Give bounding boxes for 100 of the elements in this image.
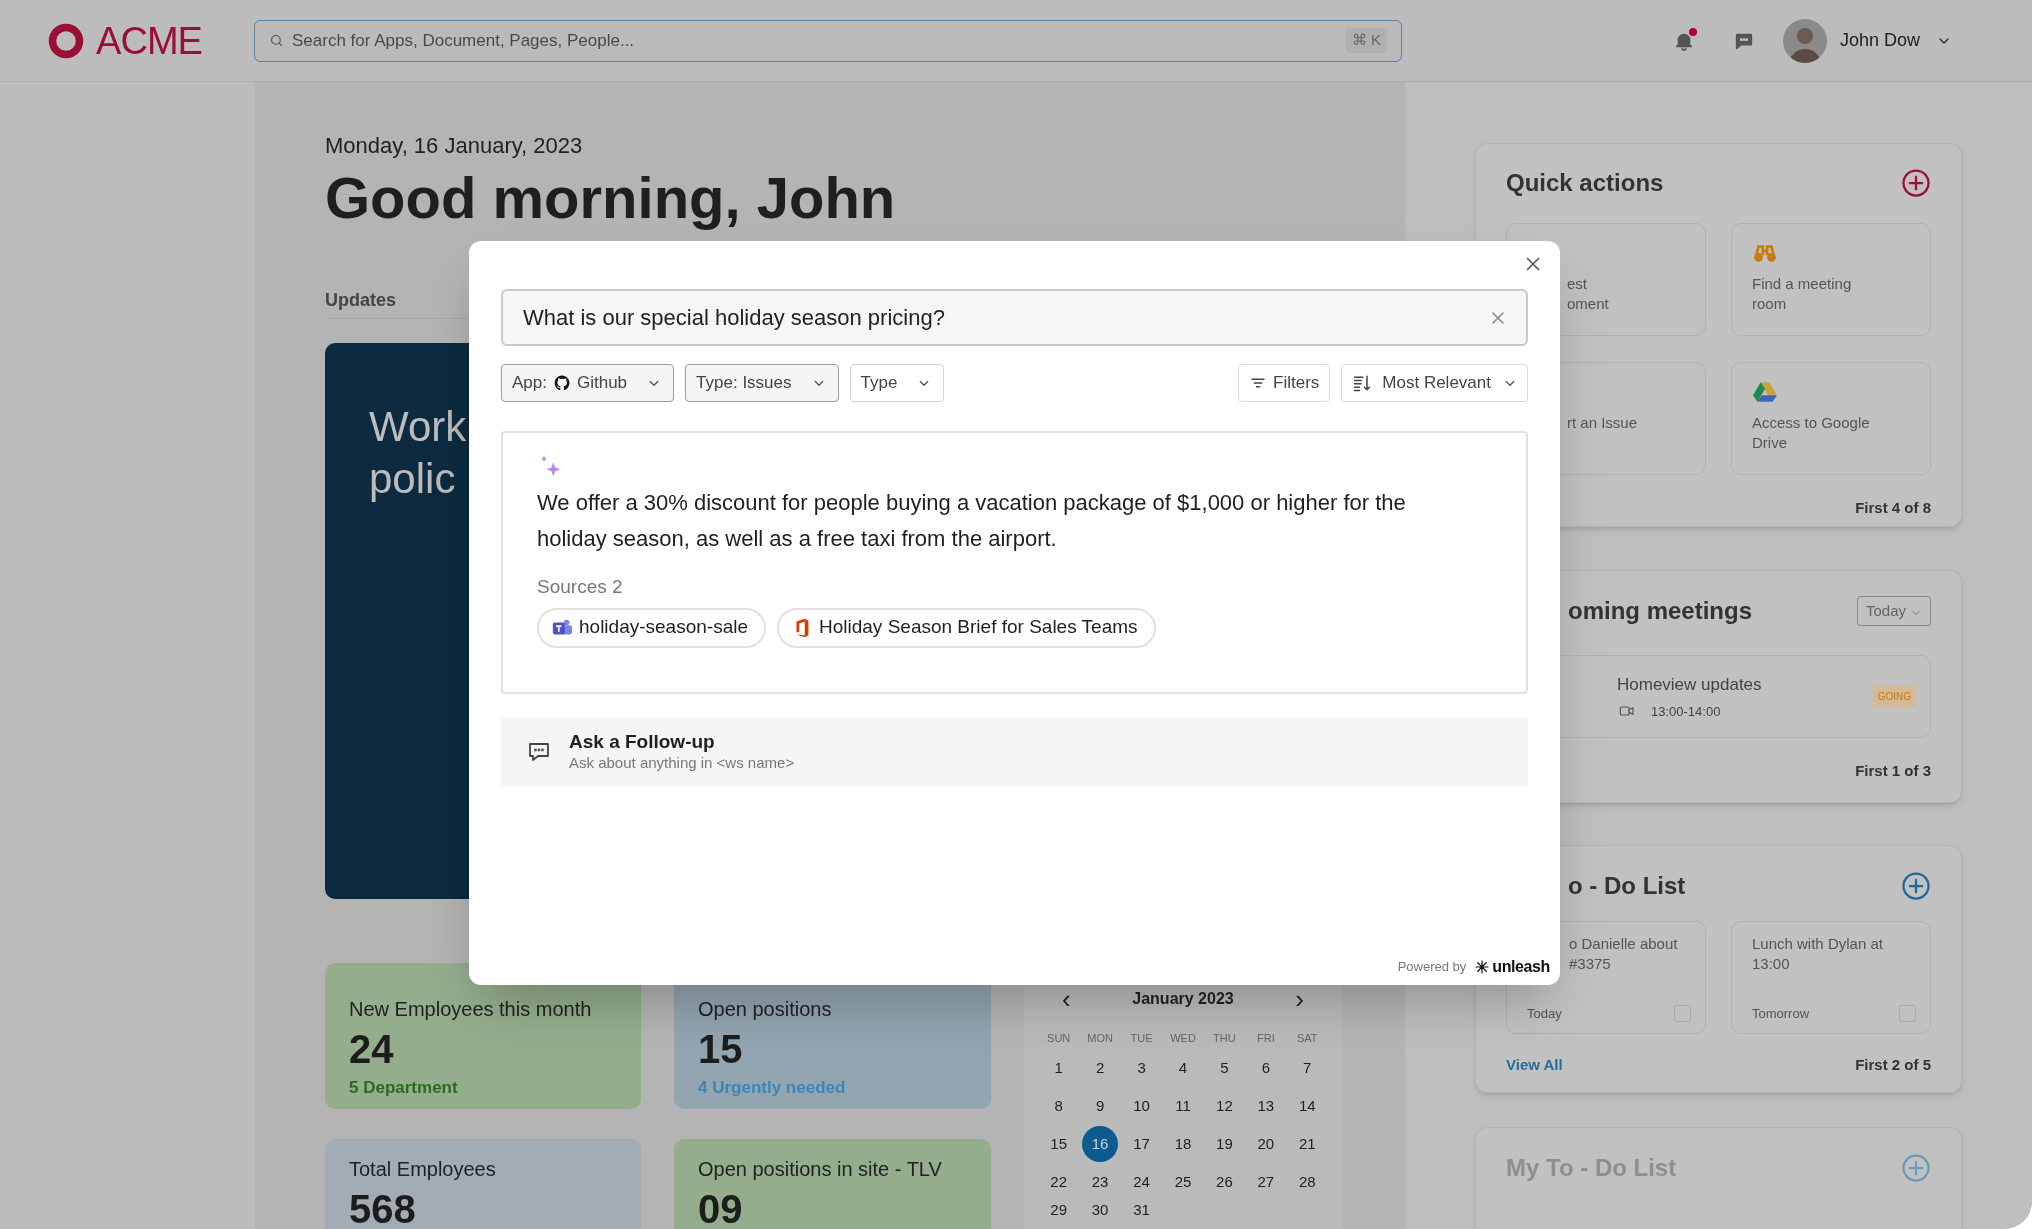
meeting-time: 13:00-14:00 (1651, 702, 1721, 721)
powered-by-text: Powered by (1397, 958, 1467, 977)
calendar-day[interactable]: 18 (1165, 1126, 1201, 1162)
source-chip[interactable]: holiday-season-sale (537, 607, 766, 648)
logo-text: ACME (96, 21, 202, 60)
search-input[interactable]: Search for Apps, Document, Pages, People... (292, 27, 1338, 54)
calendar-day[interactable]: 9 (1082, 1088, 1119, 1124)
stat-note: 4 Urgently needed (698, 1077, 847, 1099)
calendar-day[interactable]: 2 (1082, 1050, 1119, 1086)
calendar-day[interactable]: 15 (1040, 1126, 1077, 1162)
weekday-label: SUN (1047, 1030, 1071, 1046)
stat-note: 5 Department (349, 1077, 459, 1099)
office-app-icon (796, 618, 809, 637)
asterisk-logo-icon (1474, 959, 1491, 975)
follow-up-button[interactable]: Ask a Follow-up Ask about anything in <ws name> (501, 717, 1528, 787)
calendar-day[interactable]: 25 (1165, 1164, 1201, 1200)
quick-action-tile[interactable]: Access to Google Drive (1731, 362, 1931, 475)
filter-dropdown[interactable]: Type: Issues (685, 364, 839, 402)
tile-label: Access to Google Drive (1752, 413, 1871, 453)
sort-icon (1352, 373, 1373, 393)
calendar-day[interactable]: 4 (1165, 1050, 1201, 1086)
user-name: John Dow (1839, 29, 1920, 52)
sort-dropdown[interactable]: Most Relevant (1341, 364, 1528, 402)
card-title: oming meetings (1568, 596, 1753, 626)
date-text: Monday, 16 January, 2023 (325, 133, 584, 159)
drive-icon (1753, 382, 1777, 402)
calendar-day[interactable]: 7 (1289, 1050, 1326, 1086)
weekday-label: SAT (1297, 1030, 1318, 1046)
stat-value: 24 (349, 1026, 395, 1073)
calendar-day[interactable]: 19 (1206, 1126, 1243, 1162)
calendar-day[interactable]: 26 (1206, 1164, 1243, 1200)
due-label: Tomorrow (1752, 1004, 1810, 1023)
stat-value: 568 (349, 1186, 417, 1229)
tile-label: rt an Issue (1567, 413, 1639, 433)
page-count: First 2 of 5 (1855, 1055, 1931, 1075)
octocat-icon (553, 374, 571, 392)
calendar-day[interactable]: 14 (1289, 1088, 1326, 1124)
weekday-label: FRI (1257, 1030, 1275, 1046)
follow-up-title: Ask a Follow-up (569, 731, 716, 753)
add-icon[interactable] (1901, 871, 1931, 901)
todo-text: Lunch with Dylan at 13:00 (1752, 934, 1884, 974)
filter-dropdown[interactable]: App: Github (501, 364, 675, 402)
search-icon (269, 33, 284, 48)
greeting-heading: Good morning, John (325, 165, 897, 231)
stat-title: Open positions in site - TLV (698, 1157, 943, 1181)
calendar-day[interactable]: 20 (1247, 1126, 1284, 1162)
todo-item[interactable]: Lunch with Dylan at 13:00 Tomorrow (1731, 921, 1931, 1034)
todo-text: o Danielle about #3375 (1569, 934, 1679, 974)
weekday-label: THU (1213, 1030, 1236, 1046)
tile-label: est oment (1567, 274, 1610, 314)
teams-app-icon (552, 619, 573, 634)
calendar-day[interactable]: 16 (1082, 1126, 1119, 1162)
chat-icon (527, 740, 551, 764)
shortcut-hint: ⌘ K (1345, 28, 1387, 53)
card-title: o - Do List (1568, 871, 1686, 901)
query-field[interactable]: What is our special holiday season pricing? (501, 289, 1528, 346)
calendar-day[interactable]: 3 (1123, 1050, 1160, 1086)
calendar-day[interactable]: 8 (1040, 1088, 1077, 1124)
calendar-day[interactable]: 13 (1247, 1088, 1284, 1124)
sources-label: Sources 2 (537, 575, 624, 599)
stat-value: 15 (698, 1026, 744, 1073)
calendar-day[interactable]: 1 (1040, 1050, 1077, 1086)
section-label: Updates (325, 290, 396, 310)
follow-up-hint: Ask about anything in <ws name> (569, 753, 795, 773)
weekday-label: TUE (1130, 1030, 1153, 1046)
add-icon[interactable] (1901, 168, 1931, 198)
card-heading-text: Work (369, 402, 467, 452)
card-title: Quick actions (1506, 168, 1664, 198)
answer-text: We offer a 30% discount for people buying a vacation package of $1,000 or higher for the holiday season, as well as a free taxi from the airport. (537, 489, 1407, 553)
page-count: First 1 of 3 (1855, 761, 1931, 781)
calendar-day[interactable]: 28 (1289, 1164, 1326, 1200)
meeting-title: Homeview updates (1617, 674, 1762, 696)
calendar-day[interactable]: 17 (1123, 1126, 1160, 1162)
logo-icon (48, 22, 84, 59)
stat-title: Open positions (698, 997, 833, 1021)
next-month-button[interactable]: › (1295, 986, 1304, 1012)
filters-button[interactable]: Filters (1238, 364, 1331, 402)
due-label: Today (1527, 1004, 1562, 1023)
calendar-day[interactable]: 6 (1247, 1050, 1284, 1086)
month-label: January 2023 (1132, 989, 1234, 1009)
page-count: First 4 of 8 (1855, 498, 1931, 518)
source-chip[interactable]: Holiday Season Brief for Sales Teams (777, 607, 1156, 648)
weekday-label: WED (1170, 1030, 1196, 1046)
card-heading-text: polic (369, 454, 456, 504)
previous-month-button[interactable]: ‹ (1062, 986, 1071, 1012)
calendar-day[interactable]: 21 (1289, 1126, 1326, 1162)
calendar-day[interactable]: 27 (1247, 1164, 1284, 1200)
calendar-day[interactable]: 10 (1123, 1088, 1160, 1124)
stat-value: 09 (698, 1186, 744, 1229)
calendar-day[interactable]: 5 (1206, 1050, 1243, 1086)
calendar-day[interactable]: 12 (1206, 1088, 1243, 1124)
stat-title: Total Employees (349, 1157, 497, 1181)
status-badge: GOING (1872, 686, 1916, 707)
calendar-day[interactable]: 11 (1165, 1088, 1201, 1124)
query-input[interactable]: What is our special holiday season pricing? (523, 301, 1488, 334)
filter-dropdown[interactable]: Type (849, 364, 945, 402)
binoculars-icon (1754, 245, 1776, 262)
quick-action-tile[interactable]: Find a meeting room (1731, 223, 1931, 336)
weekday-label: MON (1087, 1030, 1113, 1046)
stat-title: New Employees this month (349, 997, 593, 1021)
